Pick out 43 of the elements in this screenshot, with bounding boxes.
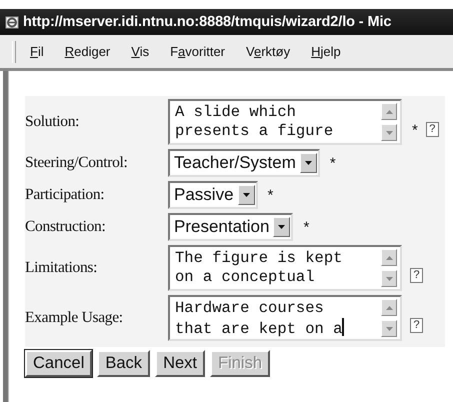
field-label: Participation: [25, 186, 106, 204]
required-mark: * [303, 218, 310, 236]
help-link[interactable]: ? [426, 122, 439, 137]
menu-item[interactable]: Hjelp [311, 44, 341, 59]
down-arrow-icon [386, 130, 392, 134]
field-label: Solution: [25, 113, 80, 131]
menu-item[interactable]: Verktøy [246, 44, 290, 59]
toolbar-grip[interactable] [12, 40, 16, 62]
text-area[interactable]: A slide which presents a figure [168, 99, 402, 145]
field-label: Example Usage: [25, 309, 124, 327]
scroll-up-button[interactable] [381, 299, 397, 316]
field-label: Construction: [25, 218, 106, 236]
menu-item[interactable]: Vis [131, 44, 150, 59]
required-mark: * [268, 186, 274, 204]
up-arrow-icon [386, 306, 392, 310]
dropdown[interactable]: Passive [168, 181, 258, 209]
menu-item[interactable]: Favoritter [170, 44, 226, 59]
field-label: Limitations: [25, 259, 98, 277]
wizard-button[interactable]: Cancel [25, 350, 92, 377]
field-label: Steering/Control: [25, 154, 129, 172]
help-link[interactable]: ? [410, 268, 423, 283]
up-arrow-icon [386, 256, 392, 260]
wizard-button[interactable]: Next [155, 350, 205, 377]
menu-item[interactable]: Rediger [64, 44, 110, 59]
down-arrow-icon [386, 276, 392, 280]
text-area[interactable]: The figure is kept on a conceptual [168, 245, 402, 291]
browser-icon [4, 14, 20, 30]
required-mark: * [412, 122, 418, 139]
dropdown[interactable]: Presentation [168, 213, 294, 241]
wizard-button[interactable]: Back [97, 350, 150, 377]
scroll-down-button[interactable] [381, 320, 397, 337]
window-title: http://mserver.idi.ntnu.no:8888/tmquis/wizard2/lo - Mic [23, 14, 392, 30]
required-mark: * [330, 154, 336, 172]
scroll-up-button[interactable] [381, 249, 397, 266]
scroll-up-button[interactable] [381, 103, 397, 120]
scroll-down-button[interactable] [381, 124, 397, 141]
menu-item[interactable]: Fil [30, 44, 44, 59]
dropdown[interactable]: Teacher/System [168, 149, 320, 177]
up-arrow-icon [386, 110, 392, 114]
scroll-down-button[interactable] [381, 270, 397, 287]
help-link[interactable]: ? [410, 318, 423, 333]
text-area[interactable]: Hardware courses that are kept on a [168, 295, 402, 341]
down-arrow-icon [386, 326, 392, 330]
